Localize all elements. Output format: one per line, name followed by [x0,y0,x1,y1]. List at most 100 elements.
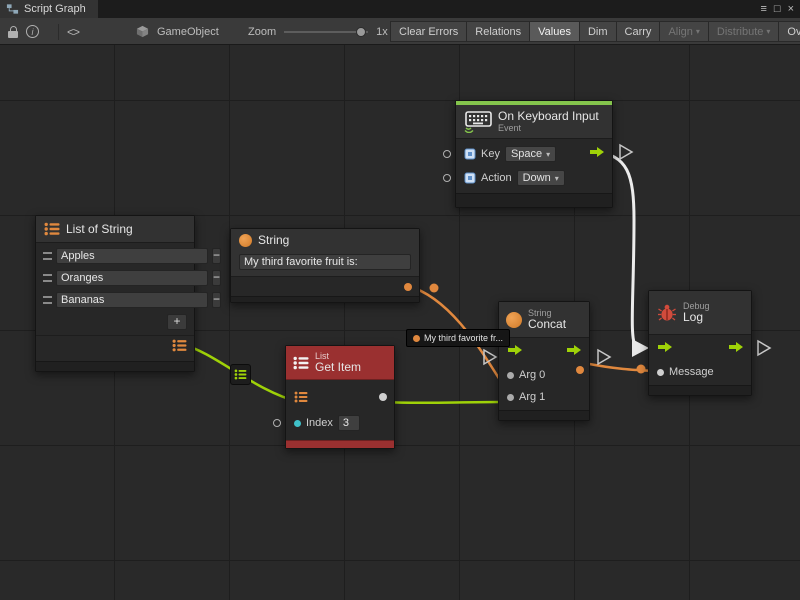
unity-script-graph-window: Script Graph ≡ □ × i <> GameObject Zoom [0,0,800,600]
values-button[interactable]: Values [529,21,580,42]
message-label: Message [669,366,714,378]
list-item-row: − [36,267,194,289]
keycode-icon [464,148,476,160]
keycode-icon [464,172,476,184]
close-icon[interactable]: × [788,1,794,17]
flow-out-port[interactable] [566,343,582,361]
zoom-value: 1x [376,26,388,38]
chevron-down-icon: ▾ [696,27,700,36]
string-value-input[interactable] [239,254,411,270]
value-preview-text: My third favorite fr... [424,333,503,343]
node-on-keyboard-input[interactable]: On Keyboard Input Event Key Space▾ [455,100,613,208]
list-icon [293,356,309,370]
chevron-down-icon: ▾ [546,150,550,159]
node-title: Get Item [315,361,361,374]
toolbar-buttons: Clear Errors Relations Values Dim Carry … [391,21,800,42]
wire-value-preview: My third favorite fr... [406,329,510,347]
relations-button[interactable]: Relations [466,21,530,42]
node-title: Log [683,311,710,324]
info-icon[interactable]: i [26,25,39,38]
align-dropdown[interactable]: Align▾ [659,21,708,42]
item-output-port[interactable] [379,393,387,401]
index-label: Index [306,417,333,429]
node-concat[interactable]: String Concat Arg 0 Arg 1 [498,301,590,421]
toolbar-separator [58,24,59,40]
flow-in-port[interactable] [657,340,673,358]
node-subtitle: Event [498,123,599,133]
edit-code-icon[interactable]: <> [67,25,79,39]
drag-handle-icon[interactable] [43,274,52,282]
lock-icon[interactable] [8,26,18,38]
action-label: Action [481,172,512,184]
list-item-input[interactable] [56,292,208,308]
chevron-down-icon: ▾ [766,27,770,36]
action-value-dropdown[interactable]: Down▾ [517,170,565,186]
distribute-dropdown[interactable]: Distribute▾ [708,21,779,42]
flow-triangle-concat-out [598,350,610,364]
node-footer-error [286,440,394,448]
index-input-port[interactable] [273,419,281,427]
arg1-label: Arg 1 [519,391,545,403]
gameobject-label: GameObject [157,26,219,38]
tab-script-graph[interactable]: Script Graph [0,0,98,18]
remove-item-button[interactable]: − [212,248,221,264]
flow-arrowhead-into-log [632,339,649,357]
clear-errors-button[interactable]: Clear Errors [390,21,467,42]
list-item-input[interactable] [56,270,208,286]
add-item-button[interactable]: + [167,314,187,330]
window-menu-icon[interactable]: ≡ [760,1,766,17]
action-input-port[interactable] [443,174,451,182]
wire-list-type-badge [230,364,251,385]
integer-type-dot [294,420,301,427]
string-type-icon [506,312,522,328]
key-value-dropdown[interactable]: Space▾ [505,146,556,162]
graph-canvas[interactable]: On Keyboard Input Event Key Space▾ [0,45,800,600]
node-list-of-string[interactable]: List of String − − − [35,215,195,372]
key-label: Key [481,148,500,160]
dim-button[interactable]: Dim [579,21,617,42]
list-icon [44,222,60,236]
value-dot [413,335,420,342]
arg0-label: Arg 0 [519,369,545,381]
message-input-port[interactable] [657,369,664,376]
zoom-label: Zoom [248,26,276,38]
keyboard-icon [464,111,492,133]
drag-handle-icon[interactable] [43,252,52,260]
flow-triangle-log-out [758,341,770,355]
arg1-input-port[interactable] [507,394,514,401]
flow-triangle-keyboard-out [620,145,632,159]
carry-button[interactable]: Carry [616,21,661,42]
flow-out-port[interactable] [728,340,744,358]
list-item-input[interactable] [56,248,208,264]
node-footer [456,193,612,207]
node-footer [231,296,419,302]
remove-item-button[interactable]: − [212,270,221,286]
zoom-slider-knob[interactable] [356,27,366,37]
node-footer [499,410,589,420]
string-type-icon [239,234,252,247]
remove-item-button[interactable]: − [212,292,221,308]
index-input[interactable] [338,415,360,431]
node-string[interactable]: String [230,228,420,303]
maximize-icon[interactable]: □ [774,1,781,17]
list-icon [234,369,247,380]
key-input-port[interactable] [443,150,451,158]
node-get-item[interactable]: List Get Item Index [285,345,395,449]
list-item-row: − [36,289,194,311]
title-bar: Script Graph ≡ □ × [0,0,800,18]
node-title: String [258,234,289,247]
list-input-port[interactable] [294,391,308,403]
string-output-port[interactable] [404,283,412,291]
arg0-input-port[interactable] [507,372,514,379]
list-output-port[interactable] [172,339,187,357]
flow-out-port[interactable] [589,145,605,163]
overview-button[interactable]: Overv [778,21,800,42]
node-log[interactable]: Debug Log Message [648,290,752,396]
tab-title: Script Graph [24,3,86,15]
gameobject-icon [136,25,149,38]
zoom-slider[interactable] [284,25,368,39]
wire-getitem-to-concat-arg1[interactable] [385,402,500,403]
drag-handle-icon[interactable] [43,296,52,304]
value-dot-string-wire [430,284,439,293]
node-footer [36,361,194,371]
